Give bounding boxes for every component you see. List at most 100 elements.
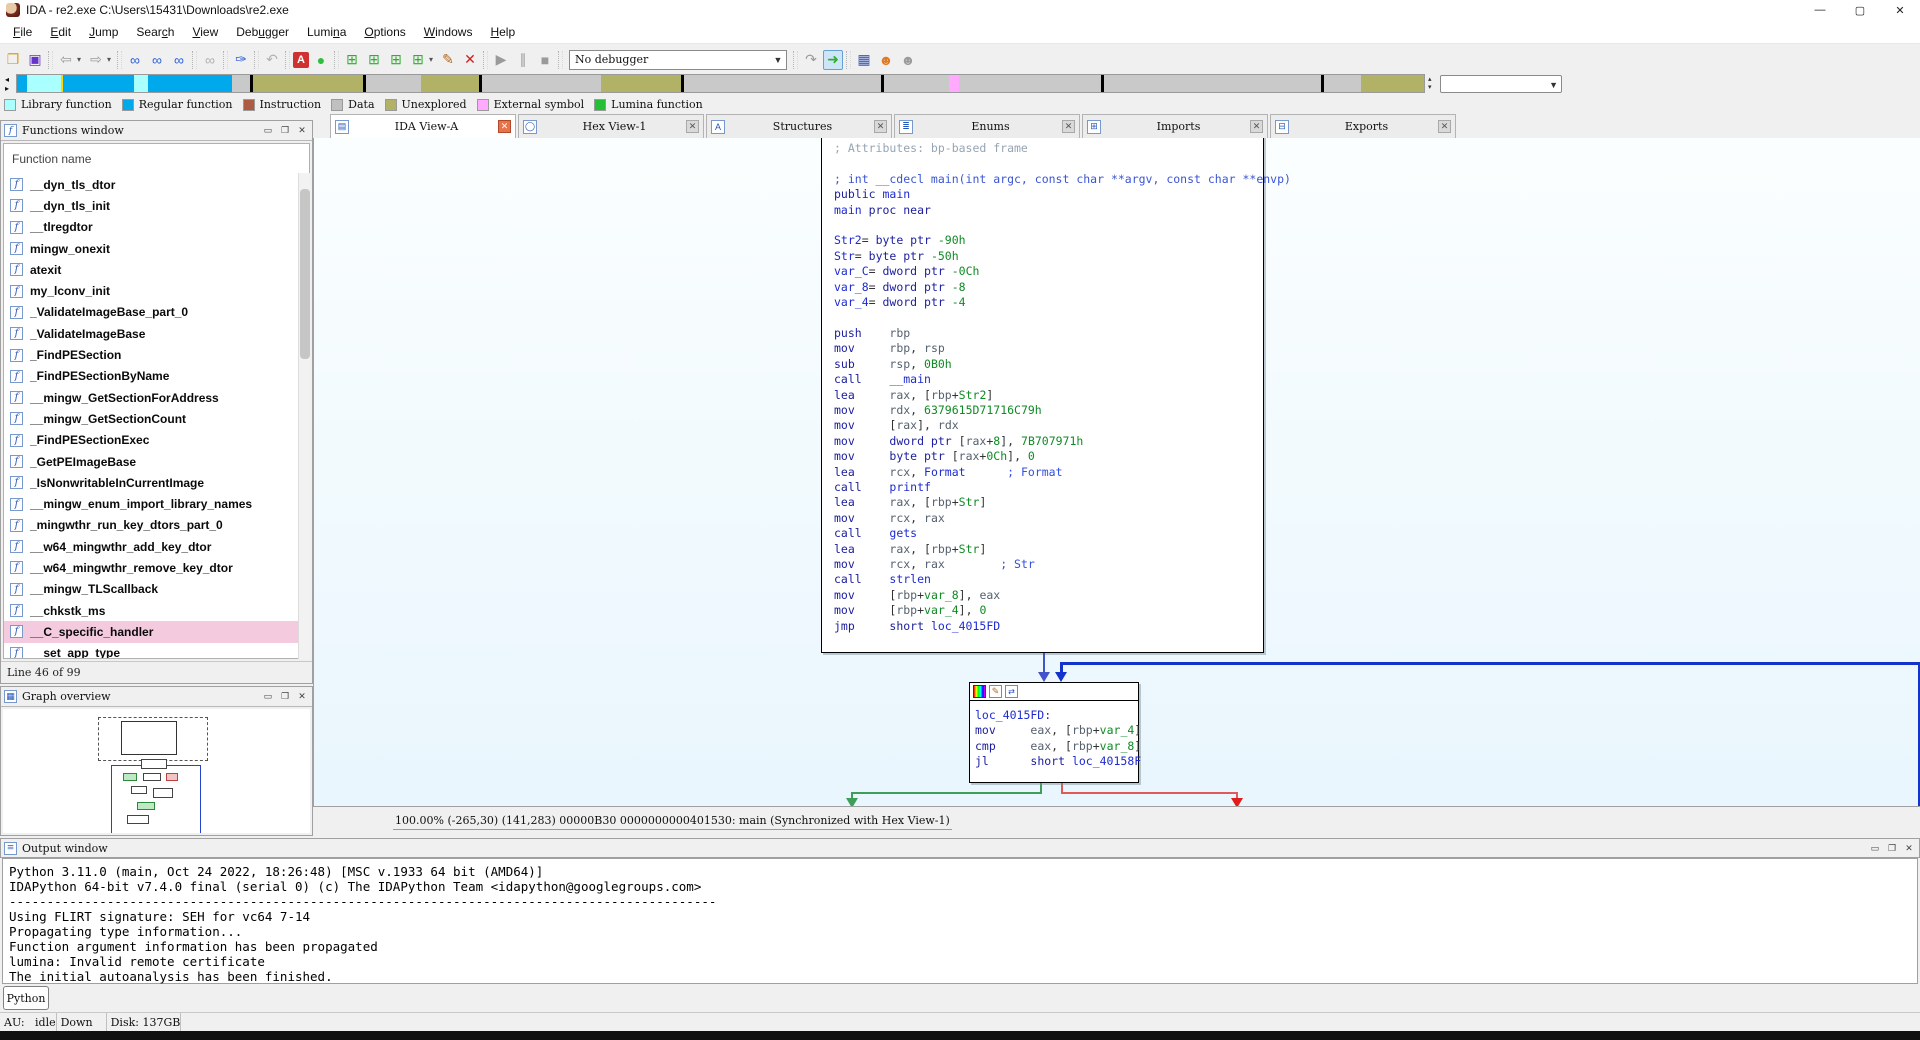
undo-icon[interactable]: ↶ — [262, 50, 282, 70]
panel-minimize-icon[interactable]: ❐ — [1885, 842, 1899, 855]
menu-lumina[interactable]: Lumina — [298, 22, 355, 42]
graph-overview-titlebar[interactable]: ▦ Graph overview ▭ ❐ ✕ — [1, 687, 312, 707]
function-list-item[interactable]: fatexit — [4, 259, 309, 280]
edit-function-icon[interactable]: ✎ — [438, 50, 458, 70]
function-list-item[interactable]: f__dyn_tls_init — [4, 195, 309, 216]
chevron-down-icon[interactable]: ▾ — [429, 55, 437, 64]
function-list-item[interactable]: f_mingwthr_run_key_dtors_part_0 — [4, 515, 309, 536]
menu-options[interactable]: Options — [355, 22, 414, 42]
create-string-icon[interactable]: ⊞ — [408, 50, 428, 70]
functions-window-titlebar[interactable]: f Functions window ▭ ❐ ✕ — [1, 121, 312, 141]
menu-debugger[interactable]: Debugger — [227, 22, 298, 42]
set-func-end-icon[interactable]: ⊞ — [364, 50, 384, 70]
step-over-icon[interactable]: ↷ — [801, 50, 821, 70]
tab-enums[interactable]: ≣Enums✕ — [894, 114, 1080, 138]
tab-close-icon[interactable]: ✕ — [874, 120, 887, 133]
band-spinner[interactable]: ▴▾ — [1428, 76, 1432, 92]
debugger-select[interactable]: No debugger▼ — [569, 50, 787, 70]
lumina-quill-icon[interactable]: ✑ — [231, 50, 251, 70]
disasm-node-main[interactable]: ; Attributes: bp-based frame ; int __cde… — [821, 138, 1264, 653]
open-subviews-icon[interactable]: ▦ — [854, 50, 874, 70]
tab-close-icon[interactable]: ✕ — [1438, 120, 1451, 133]
continue-icon[interactable]: ➜ — [823, 50, 843, 70]
debug-pause-icon[interactable]: ∥ — [513, 50, 533, 70]
menu-help[interactable]: Help — [481, 22, 524, 42]
scrollbar-thumb[interactable] — [300, 189, 310, 359]
debug-stop-icon[interactable]: ■ — [535, 50, 555, 70]
tab-imports[interactable]: ⊞Imports✕ — [1082, 114, 1268, 138]
function-list-item[interactable]: f__w64_mingwthr_add_key_dtor — [4, 536, 309, 557]
palette-icon[interactable] — [973, 685, 986, 698]
function-list-item[interactable]: f__mingw_enum_import_library_names — [4, 493, 309, 514]
functions-column-header[interactable]: Function name — [4, 144, 309, 174]
nav-back-icon[interactable]: ⇦ — [56, 50, 76, 70]
menu-edit[interactable]: Edit — [41, 22, 80, 42]
function-list-item[interactable]: f_ValidateImageBase — [4, 323, 309, 344]
tab-close-icon[interactable]: ✕ — [498, 120, 511, 133]
tab-close-icon[interactable]: ✕ — [686, 120, 699, 133]
python-input-selector[interactable]: Python — [3, 986, 49, 1010]
delete-function-icon[interactable]: ✕ — [460, 50, 480, 70]
function-list-item[interactable]: f__set_app_type — [4, 643, 309, 659]
function-list-item[interactable]: f_FindPESection — [4, 344, 309, 365]
save-file-icon[interactable]: ▣ — [25, 50, 45, 70]
create-array-icon[interactable]: ⊞ — [386, 50, 406, 70]
nav-forward-icon[interactable]: ⇨ — [86, 50, 106, 70]
graph-overview-canvas[interactable] — [3, 709, 310, 833]
search-immediate-icon[interactable]: ∞ — [169, 50, 189, 70]
panel-minimize-icon[interactable]: ▭ — [261, 124, 275, 137]
tab-close-icon[interactable]: ✕ — [1250, 120, 1263, 133]
ida-view-a-graph[interactable]: ; Attributes: bp-based frame ; int __cde… — [313, 138, 1920, 806]
chevron-down-icon[interactable]: ▾ — [107, 55, 115, 64]
tab-hex-view-1[interactable]: ◯Hex View-1✕ — [518, 114, 704, 138]
panel-close-icon[interactable]: ✕ — [295, 124, 309, 137]
menu-file[interactable]: File — [4, 22, 41, 42]
disasm-node-loc-4015FD[interactable]: ✎ ⇄ loc_4015FD:mov eax, [rbp+var_4]cmp e… — [969, 682, 1139, 783]
function-list-item[interactable]: f__dyn_tls_dtor — [4, 174, 309, 195]
output-log[interactable]: Python 3.11.0 (main, Oct 24 2022, 18:26:… — [2, 858, 1918, 984]
ascii-icon[interactable]: A — [293, 52, 309, 68]
panel-float-icon[interactable]: ▭ — [1868, 842, 1882, 855]
panel-close-icon[interactable]: ✕ — [1902, 842, 1916, 855]
functions-scrollbar[interactable] — [298, 173, 310, 659]
chevron-down-icon[interactable]: ▾ — [77, 55, 85, 64]
search-binary-icon[interactable]: ∞ — [125, 50, 145, 70]
function-list-item[interactable]: f__mingw_GetSectionCount — [4, 408, 309, 429]
menu-jump[interactable]: Jump — [80, 22, 127, 42]
minimize-button[interactable]: — — [1800, 0, 1840, 20]
remove-breakpoint-icon[interactable]: ☻ — [898, 50, 918, 70]
function-list-item[interactable]: f__chkstk_ms — [4, 600, 309, 621]
function-list-item[interactable]: f_FindPESectionByName — [4, 366, 309, 387]
menu-view[interactable]: View — [183, 22, 227, 42]
tab-ida-view-a[interactable]: ▤IDA View-A✕ — [330, 114, 516, 138]
band-scroll-arrows[interactable]: ◂▸ — [5, 75, 9, 93]
tab-exports[interactable]: ⊟Exports✕ — [1270, 114, 1456, 138]
create-function-icon[interactable]: ⊞ — [342, 50, 362, 70]
panel-float-icon[interactable]: ❐ — [278, 124, 292, 137]
function-list-item[interactable]: fmy_lconv_init — [4, 280, 309, 301]
panel-float-icon[interactable]: ❐ — [278, 690, 292, 703]
add-breakpoint-icon[interactable]: ☻ — [876, 50, 896, 70]
menu-windows[interactable]: Windows — [415, 22, 482, 42]
function-list-item[interactable]: f_ValidateImageBase_part_0 — [4, 302, 309, 323]
close-button[interactable]: ✕ — [1880, 0, 1920, 20]
node-titlebar[interactable]: ✎ ⇄ — [970, 683, 1138, 701]
function-list-item[interactable]: f__mingw_GetSectionForAddress — [4, 387, 309, 408]
panel-minimize-icon[interactable]: ▭ — [261, 690, 275, 703]
function-list-item[interactable]: f_FindPESectionExec — [4, 430, 309, 451]
tab-structures[interactable]: AStructures✕ — [706, 114, 892, 138]
search-text-icon[interactable]: ∞ — [147, 50, 167, 70]
function-list-item[interactable]: fmingw_onexit — [4, 238, 309, 259]
analysis-indicator-icon[interactable]: ● — [311, 50, 331, 70]
panel-close-icon[interactable]: ✕ — [295, 690, 309, 703]
function-list-item[interactable]: f__tlregdtor — [4, 217, 309, 238]
sync-icon[interactable]: ⇄ — [1005, 685, 1018, 698]
function-list-item[interactable]: f_IsNonwritableInCurrentImage — [4, 472, 309, 493]
function-list-item[interactable]: f__C_specific_handler — [4, 621, 309, 642]
search-again-icon[interactable]: ∞ — [200, 50, 220, 70]
band-zoom-select[interactable]: ▼ — [1440, 75, 1562, 93]
function-list-item[interactable]: f_GetPEImageBase — [4, 451, 309, 472]
edit-icon[interactable]: ✎ — [989, 685, 1002, 698]
navigation-band[interactable] — [16, 74, 1425, 93]
open-file-icon[interactable]: ❐ — [3, 50, 23, 70]
